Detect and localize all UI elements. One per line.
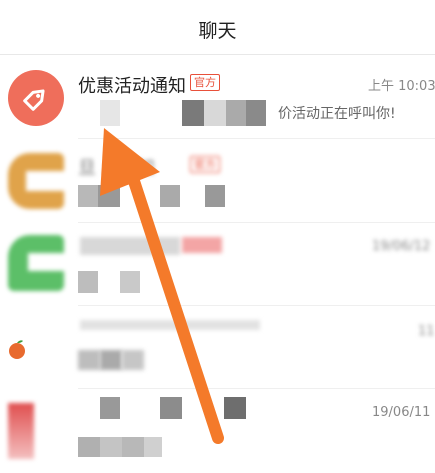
- mosaic-block: [98, 185, 120, 207]
- chat-row-4[interactable]: 11: [0, 306, 435, 390]
- mosaic-block: [100, 100, 120, 126]
- mosaic-block: [80, 237, 180, 255]
- mosaic-block: [80, 320, 260, 330]
- avatar: [8, 403, 34, 459]
- mosaic-block: [160, 185, 180, 207]
- official-badge: 官方: [190, 74, 220, 91]
- mosaic-block: [100, 350, 122, 370]
- avatar: [8, 153, 64, 209]
- promo-avatar: [8, 70, 64, 126]
- mosaic-block: [160, 397, 182, 419]
- official-badge: 官方: [190, 156, 220, 173]
- mosaic-block: [182, 100, 204, 126]
- chat-time: 19/06/11: [372, 405, 431, 420]
- mosaic-block: [78, 271, 98, 293]
- chat-time: 11: [418, 324, 435, 339]
- mosaic-block: [78, 437, 100, 457]
- mosaic-block: [120, 271, 140, 293]
- chat-time: 上午 10:03: [368, 79, 435, 94]
- tag-icon: [23, 89, 45, 111]
- chat-preview: 价活动正在呼叫你!: [278, 106, 396, 122]
- mosaic-block: [122, 350, 144, 370]
- mosaic-block: [205, 185, 225, 207]
- mosaic-block: [78, 350, 100, 370]
- mosaic-block: [204, 100, 226, 126]
- mosaic-block: [100, 437, 122, 457]
- orange-fruit-icon: [6, 338, 28, 360]
- chat-header: 聊天: [0, 0, 435, 55]
- mosaic-block: [182, 237, 222, 253]
- chat-row-2[interactable]: 旦 ...通知 官方: [0, 139, 435, 223]
- avatar: [8, 235, 64, 291]
- mosaic-block: [100, 397, 120, 419]
- chat-row-5[interactable]: 19/06/11: [0, 389, 435, 473]
- mosaic-block: [226, 100, 246, 126]
- chat-name: 优惠活动通知: [78, 76, 186, 97]
- page-title: 聊天: [198, 20, 237, 42]
- chat-time: 19/06/12: [372, 239, 431, 254]
- chat-row-3[interactable]: 19/06/12: [0, 223, 435, 307]
- mosaic-block: [78, 185, 98, 207]
- avatar-cutout: [26, 171, 64, 191]
- mosaic-block: [122, 437, 144, 457]
- chat-name: 旦 ...通知: [78, 158, 155, 179]
- mosaic-block: [224, 397, 246, 419]
- chat-row-promotions[interactable]: 优惠活动通知 官方 上午 10:03 价活动正在呼叫你!: [0, 55, 435, 139]
- avatar-cutout: [28, 253, 64, 271]
- mosaic-block: [246, 100, 266, 126]
- mosaic-block: [144, 437, 162, 457]
